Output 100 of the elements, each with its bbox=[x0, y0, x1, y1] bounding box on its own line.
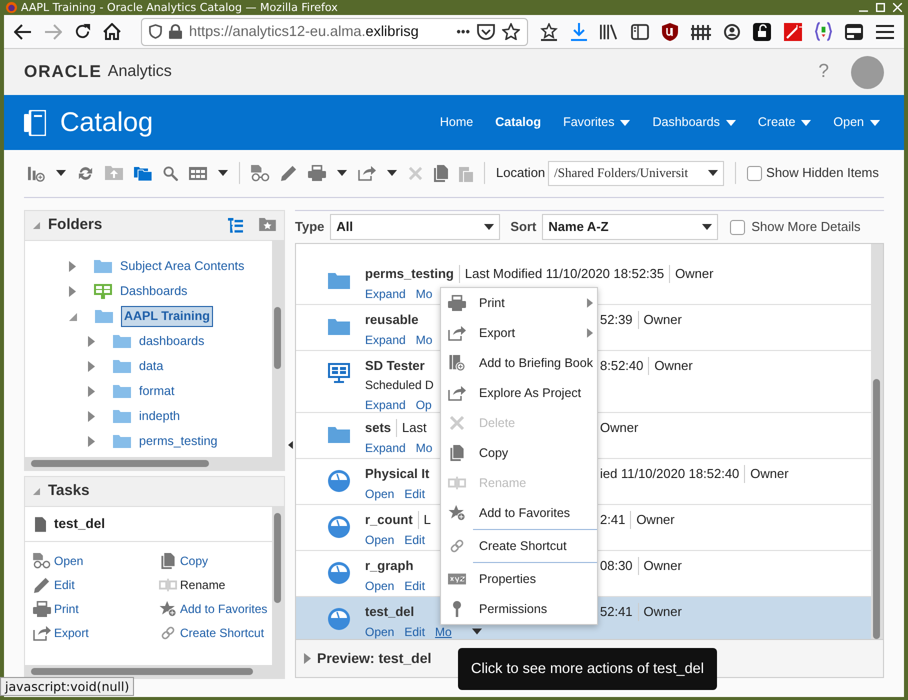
collapse-triangle-icon[interactable] bbox=[33, 488, 40, 495]
action-link[interactable]: Expand bbox=[365, 438, 406, 456]
item-name[interactable]: test_del bbox=[365, 602, 414, 622]
view-grid-icon[interactable] bbox=[189, 166, 207, 180]
item-name[interactable]: sets bbox=[365, 418, 392, 438]
preview-title[interactable]: Preview: test_del bbox=[317, 648, 432, 669]
action-link[interactable]: Mo bbox=[416, 284, 432, 302]
action-link[interactable]: Mo bbox=[416, 438, 432, 456]
edit-icon[interactable] bbox=[281, 165, 297, 181]
open-icon[interactable] bbox=[251, 164, 270, 182]
page-actions-button[interactable]: ••• bbox=[456, 24, 470, 39]
action-link[interactable]: Open bbox=[365, 576, 394, 594]
wand-extension-icon[interactable] bbox=[784, 22, 802, 40]
expanded-triangle-icon[interactable] bbox=[69, 312, 77, 320]
download-icon[interactable] bbox=[571, 22, 587, 40]
caret-icon[interactable] bbox=[472, 628, 482, 635]
item-name[interactable]: r_count bbox=[365, 510, 413, 530]
action-link[interactable]: Expand bbox=[365, 396, 406, 414]
collapsed-triangle-icon[interactable] bbox=[304, 653, 311, 664]
bookmark-star-icon[interactable] bbox=[502, 23, 520, 40]
shield-icon[interactable] bbox=[149, 24, 162, 39]
menu-item[interactable]: Export bbox=[441, 318, 597, 348]
item-name[interactable]: SD Tester bbox=[365, 356, 425, 376]
task-link[interactable]: Add to Favorites bbox=[159, 600, 268, 618]
nav-link[interactable]: Dashboards bbox=[652, 113, 736, 132]
item-name[interactable]: r_graph bbox=[365, 556, 414, 576]
collapsed-triangle-icon[interactable] bbox=[88, 336, 95, 347]
collapsed-triangle-icon[interactable] bbox=[69, 286, 76, 297]
back-icon[interactable] bbox=[14, 24, 32, 40]
tree-item[interactable]: dashboards bbox=[139, 332, 204, 351]
tree-item[interactable]: indepth bbox=[139, 407, 180, 426]
collapsed-triangle-icon[interactable] bbox=[88, 361, 95, 372]
item-name[interactable]: Physical It bbox=[365, 464, 430, 484]
collapse-triangle-icon[interactable] bbox=[33, 222, 40, 229]
home-icon[interactable] bbox=[103, 23, 121, 40]
folders-icon[interactable] bbox=[134, 165, 152, 181]
menu-item[interactable]: Add to Briefing Book bbox=[441, 348, 597, 378]
library-icon[interactable] bbox=[600, 24, 618, 40]
scrollbar[interactable] bbox=[871, 244, 883, 639]
sidebar-icon[interactable] bbox=[631, 24, 649, 40]
account-icon[interactable] bbox=[724, 24, 740, 40]
menu-icon[interactable] bbox=[876, 24, 894, 38]
pocket-icon[interactable] bbox=[477, 24, 495, 40]
action-link[interactable]: Edit bbox=[404, 484, 426, 502]
action-link[interactable]: Op bbox=[416, 396, 432, 414]
scrollbar[interactable] bbox=[272, 241, 284, 457]
caret-icon[interactable] bbox=[56, 170, 66, 176]
action-link[interactable]: Open bbox=[365, 530, 394, 548]
action-link[interactable]: Mo bbox=[435, 622, 452, 639]
caret-icon[interactable] bbox=[387, 170, 397, 176]
action-link[interactable]: Open bbox=[365, 484, 394, 502]
menu-item[interactable]: Copy bbox=[441, 438, 597, 468]
type-dropdown[interactable]: All bbox=[330, 214, 500, 240]
action-link[interactable]: Mo bbox=[416, 330, 432, 348]
star-tray-icon[interactable] bbox=[540, 22, 558, 40]
action-link[interactable]: Edit bbox=[404, 622, 426, 639]
collapsed-triangle-icon[interactable] bbox=[88, 436, 95, 447]
new-item-icon[interactable] bbox=[28, 164, 45, 182]
fence-icon[interactable] bbox=[691, 24, 711, 40]
shield-extension-icon[interactable] bbox=[662, 22, 678, 40]
collapsed-triangle-icon[interactable] bbox=[88, 411, 95, 422]
action-link[interactable]: Expand bbox=[365, 284, 406, 302]
tree-item[interactable]: perms_testing bbox=[139, 432, 218, 451]
bracket-extension-icon[interactable] bbox=[815, 22, 832, 41]
tree-item[interactable]: format bbox=[139, 382, 174, 401]
action-link[interactable]: Expand bbox=[365, 330, 406, 348]
window-extension-icon[interactable] bbox=[845, 24, 863, 40]
scrollbar[interactable] bbox=[25, 457, 284, 470]
menu-item[interactable]: Add to Favorites bbox=[441, 498, 597, 528]
tree-item[interactable]: data bbox=[139, 357, 164, 376]
sort-dropdown[interactable]: Name A-Z bbox=[542, 214, 718, 240]
menu-item[interactable]: Explore As Project bbox=[441, 378, 597, 408]
nav-link[interactable]: Open bbox=[833, 113, 880, 132]
tree-item[interactable]: Subject Area Contents bbox=[120, 257, 244, 276]
checkbox[interactable] bbox=[730, 220, 746, 234]
location-dropdown[interactable]: /Shared Folders/Universit bbox=[548, 160, 724, 186]
caret-icon[interactable] bbox=[337, 170, 347, 176]
caret-icon[interactable] bbox=[218, 170, 228, 176]
collapsed-triangle-icon[interactable] bbox=[69, 261, 76, 272]
nav-link[interactable]: Home bbox=[440, 113, 474, 132]
favorite-folder-icon[interactable] bbox=[259, 218, 276, 230]
task-link[interactable]: Edit bbox=[33, 576, 75, 594]
maximize-icon[interactable] bbox=[876, 3, 885, 12]
tree-item[interactable]: Dashboards bbox=[120, 282, 188, 301]
user-avatar[interactable] bbox=[851, 56, 884, 88]
reload-icon[interactable] bbox=[74, 23, 91, 40]
scrollbar[interactable] bbox=[25, 665, 284, 678]
task-link[interactable]: Print bbox=[33, 600, 79, 618]
action-link[interactable]: Edit bbox=[404, 530, 426, 548]
task-link[interactable]: Open bbox=[33, 552, 84, 570]
nav-link[interactable]: Favorites bbox=[563, 113, 630, 132]
checkbox[interactable] bbox=[747, 166, 762, 180]
scrollbar[interactable] bbox=[272, 507, 284, 665]
lock-icon[interactable] bbox=[169, 24, 182, 39]
address-bar[interactable]: https://analytics12-eu.alma.exlibrisg ••• bbox=[141, 18, 528, 46]
task-link[interactable]: Create Shortcut bbox=[159, 624, 264, 642]
menu-item[interactable]: Print bbox=[441, 288, 597, 318]
copy-icon[interactable] bbox=[434, 164, 448, 182]
forward-icon[interactable] bbox=[44, 24, 62, 40]
action-link[interactable]: Edit bbox=[404, 576, 426, 594]
